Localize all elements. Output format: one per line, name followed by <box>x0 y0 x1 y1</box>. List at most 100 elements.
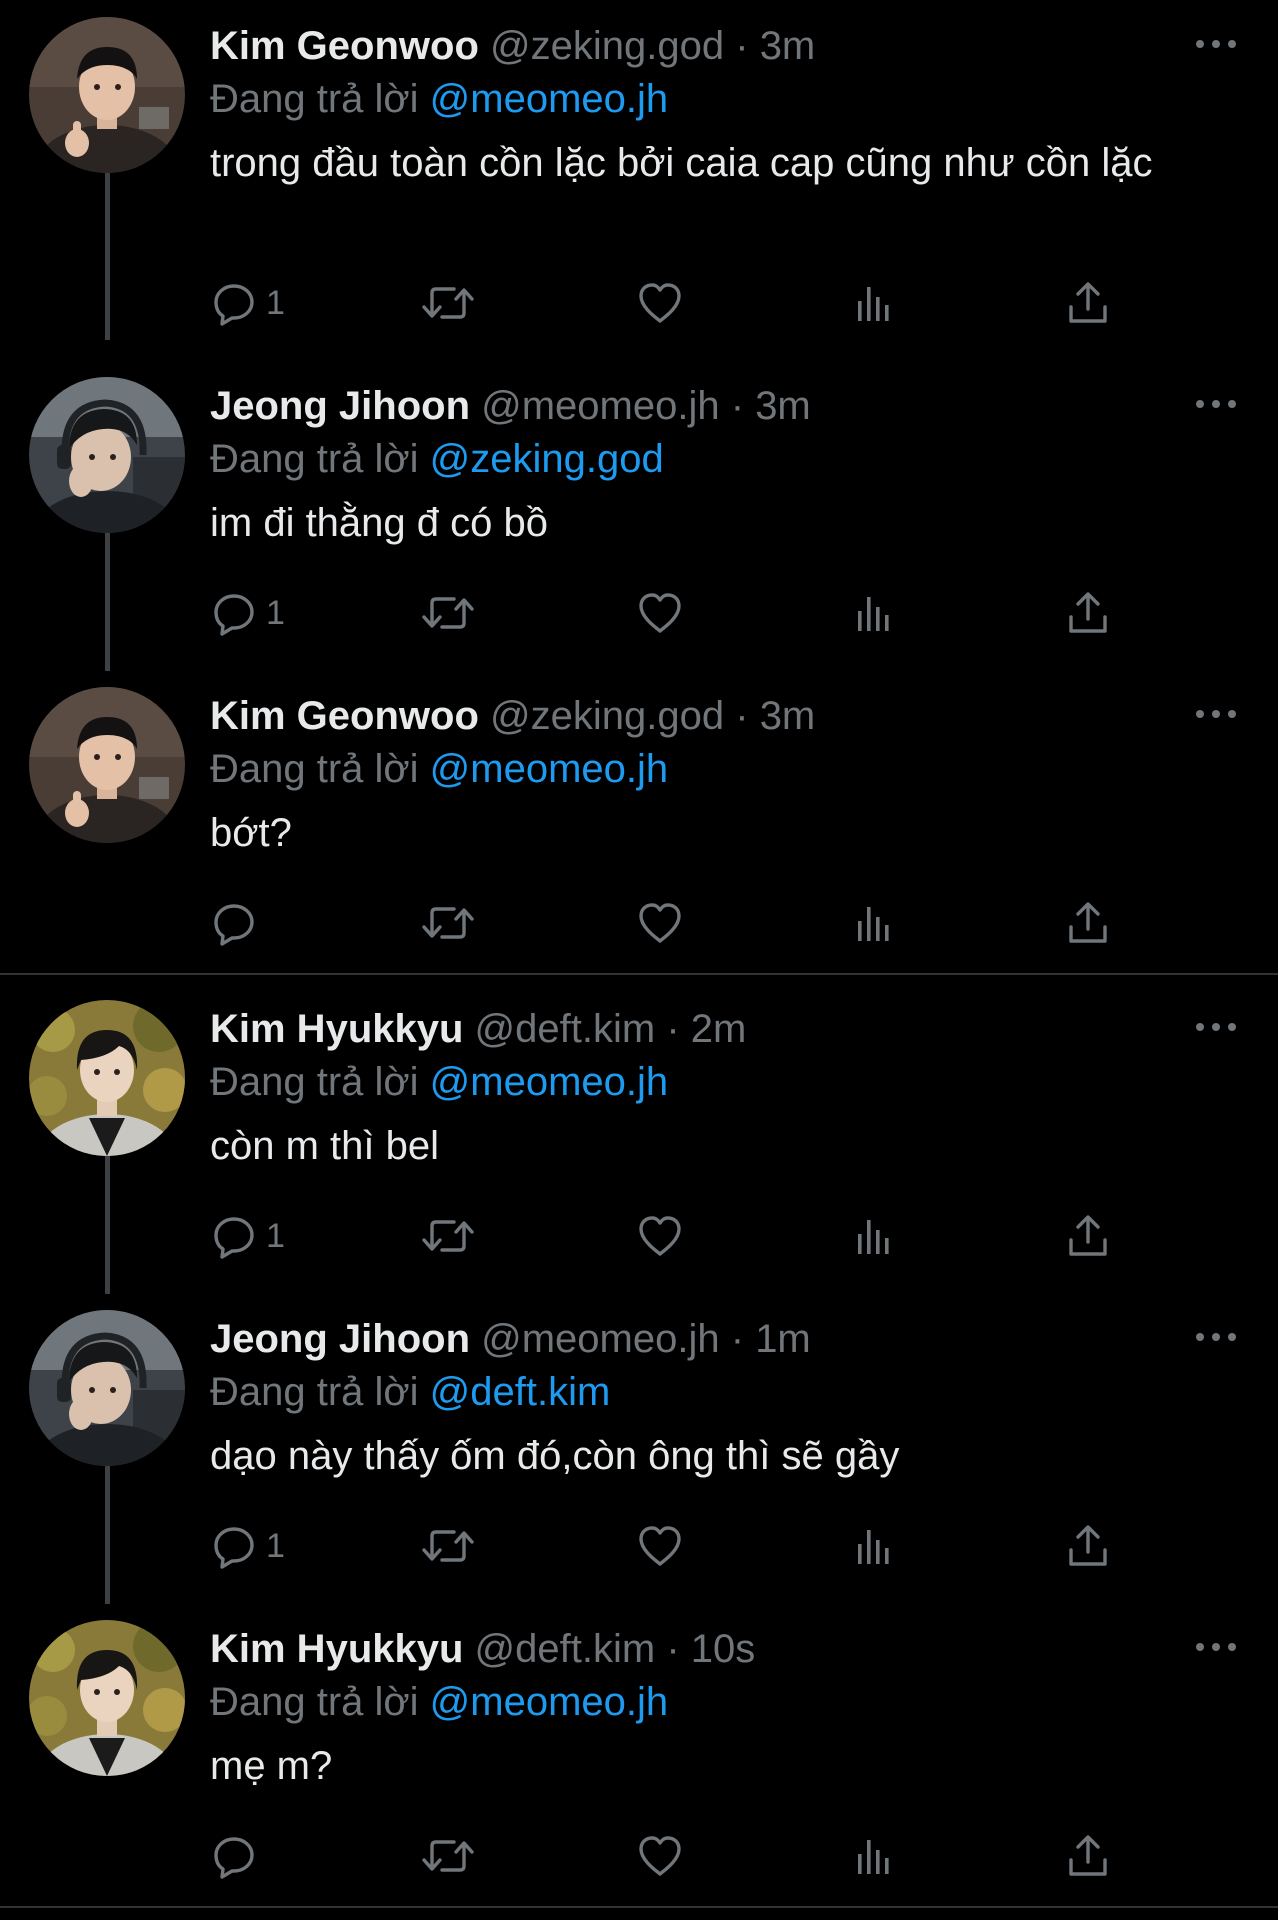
share-button[interactable] <box>1064 276 1112 330</box>
avatar[interactable] <box>29 687 185 843</box>
user-handle[interactable]: @deft.kim <box>475 1627 656 1671</box>
timestamp[interactable]: 2m <box>691 1007 747 1051</box>
avatar[interactable] <box>29 1000 185 1156</box>
share-icon <box>1064 589 1112 637</box>
like-button[interactable] <box>636 586 684 640</box>
mention-link[interactable]: @meomeo.jh <box>430 747 668 791</box>
tweet[interactable]: Kim Geonwoo @zeking.god · 3m Đang trả lờ… <box>0 640 1278 981</box>
timestamp[interactable]: 10s <box>691 1627 756 1671</box>
tweet[interactable]: Jeong Jihoon @meomeo.jh · 1m Đang trả lờ… <box>0 1263 1278 1604</box>
more-icon[interactable] <box>1192 1325 1240 1349</box>
views-button[interactable] <box>851 1829 899 1883</box>
like-icon <box>636 1832 684 1880</box>
like-button[interactable] <box>636 1209 684 1263</box>
separator-dot: · <box>730 384 745 428</box>
timestamp[interactable]: 3m <box>755 384 811 428</box>
retweet-button[interactable] <box>420 1209 476 1263</box>
tweet-header: Kim Geonwoo @zeking.god · 3m <box>210 692 815 740</box>
replying-to-label: Đang trả lời <box>210 1370 419 1414</box>
share-button[interactable] <box>1064 586 1112 640</box>
share-button[interactable] <box>1064 1209 1112 1263</box>
action-bar: 1 <box>210 276 1170 330</box>
share-button[interactable] <box>1064 1519 1112 1573</box>
avatar[interactable] <box>29 377 185 533</box>
retweet-icon <box>420 279 476 327</box>
display-name[interactable]: Kim Geonwoo <box>210 694 479 738</box>
tweet[interactable]: Jeong Jihoon @meomeo.jh · 3m Đang trả lờ… <box>0 310 1278 671</box>
display-name[interactable]: Kim Geonwoo <box>210 24 479 68</box>
action-bar <box>210 896 1170 950</box>
tweet[interactable]: Kim Hyukkyu @deft.kim · 10s Đang trả lời… <box>0 1573 1278 1914</box>
reply-button[interactable]: 1 <box>210 1519 285 1573</box>
user-handle[interactable]: @zeking.god <box>490 24 724 68</box>
mention-link[interactable]: @meomeo.jh <box>430 77 668 121</box>
retweet-button[interactable] <box>420 1829 476 1883</box>
mention-link[interactable]: @meomeo.jh <box>430 1060 668 1104</box>
reply-button[interactable]: 1 <box>210 276 285 330</box>
views-icon <box>851 1212 899 1260</box>
mention-link[interactable]: @zeking.god <box>430 437 664 481</box>
thread-connector <box>105 640 110 670</box>
retweet-button[interactable] <box>420 1519 476 1573</box>
replying-to-label: Đang trả lời <box>210 1060 419 1104</box>
avatar[interactable] <box>29 1620 185 1776</box>
mention-link[interactable]: @deft.kim <box>430 1370 611 1414</box>
retweet-button[interactable] <box>420 276 476 330</box>
timestamp[interactable]: 3m <box>760 694 816 738</box>
display-name[interactable]: Jeong Jihoon <box>210 384 470 428</box>
retweet-button[interactable] <box>420 896 476 950</box>
more-icon[interactable] <box>1192 32 1240 56</box>
more-icon[interactable] <box>1192 1635 1240 1659</box>
share-button[interactable] <box>1064 896 1112 950</box>
user-handle[interactable]: @deft.kim <box>475 1007 656 1051</box>
action-bar <box>210 1829 1170 1883</box>
reply-count: 1 <box>266 594 285 632</box>
more-icon[interactable] <box>1192 1015 1240 1039</box>
avatar[interactable] <box>29 17 185 173</box>
replying-to: Đang trả lời @meomeo.jh <box>210 745 668 793</box>
timestamp[interactable]: 1m <box>755 1317 811 1361</box>
retweet-icon <box>420 1212 476 1260</box>
like-button[interactable] <box>636 1829 684 1883</box>
reply-button[interactable]: 1 <box>210 1209 285 1263</box>
reply-button[interactable] <box>210 896 266 950</box>
like-button[interactable] <box>636 1519 684 1573</box>
views-button[interactable] <box>851 896 899 950</box>
views-icon <box>851 1522 899 1570</box>
more-icon[interactable] <box>1192 392 1240 416</box>
more-icon[interactable] <box>1192 702 1240 726</box>
share-icon <box>1064 1832 1112 1880</box>
separator-dot: · <box>735 24 749 68</box>
reply-button[interactable]: 1 <box>210 586 285 640</box>
views-button[interactable] <box>851 586 899 640</box>
display-name[interactable]: Kim Hyukkyu <box>210 1007 463 1051</box>
user-handle[interactable]: @meomeo.jh <box>481 384 719 428</box>
share-button[interactable] <box>1064 1829 1112 1883</box>
retweet-button[interactable] <box>420 586 476 640</box>
tweet-header: Kim Hyukkyu @deft.kim · 2m <box>210 1005 746 1053</box>
user-handle[interactable]: @meomeo.jh <box>481 1317 719 1361</box>
reply-icon <box>210 1212 258 1260</box>
replying-to-label: Đang trả lời <box>210 77 419 121</box>
like-button[interactable] <box>636 896 684 950</box>
views-icon <box>851 899 899 947</box>
display-name[interactable]: Kim Hyukkyu <box>210 1627 463 1671</box>
avatar[interactable] <box>29 1310 185 1466</box>
action-bar: 1 <box>210 1519 1170 1573</box>
user-handle[interactable]: @zeking.god <box>490 694 724 738</box>
views-button[interactable] <box>851 276 899 330</box>
like-button[interactable] <box>636 276 684 330</box>
retweet-icon <box>420 1522 476 1570</box>
tweet-text: im đi thằng đ có bồ <box>210 501 548 545</box>
replying-to: Đang trả lời @meomeo.jh <box>210 1678 668 1726</box>
retweet-icon <box>420 589 476 637</box>
tweet[interactable]: Kim Hyukkyu @deft.kim · 2m Đang trả lời … <box>0 983 1278 1294</box>
reply-button[interactable] <box>210 1829 266 1883</box>
mention-link[interactable]: @meomeo.jh <box>430 1680 668 1724</box>
views-button[interactable] <box>851 1209 899 1263</box>
timestamp[interactable]: 3m <box>760 24 816 68</box>
views-button[interactable] <box>851 1519 899 1573</box>
tweet-text: trong đầu toàn cồn lặc bởi caia cap cũng… <box>210 141 1153 185</box>
display-name[interactable]: Jeong Jihoon <box>210 1317 470 1361</box>
tweet[interactable]: Kim Geonwoo @zeking.god · 3m Đang trả lờ… <box>0 0 1278 311</box>
